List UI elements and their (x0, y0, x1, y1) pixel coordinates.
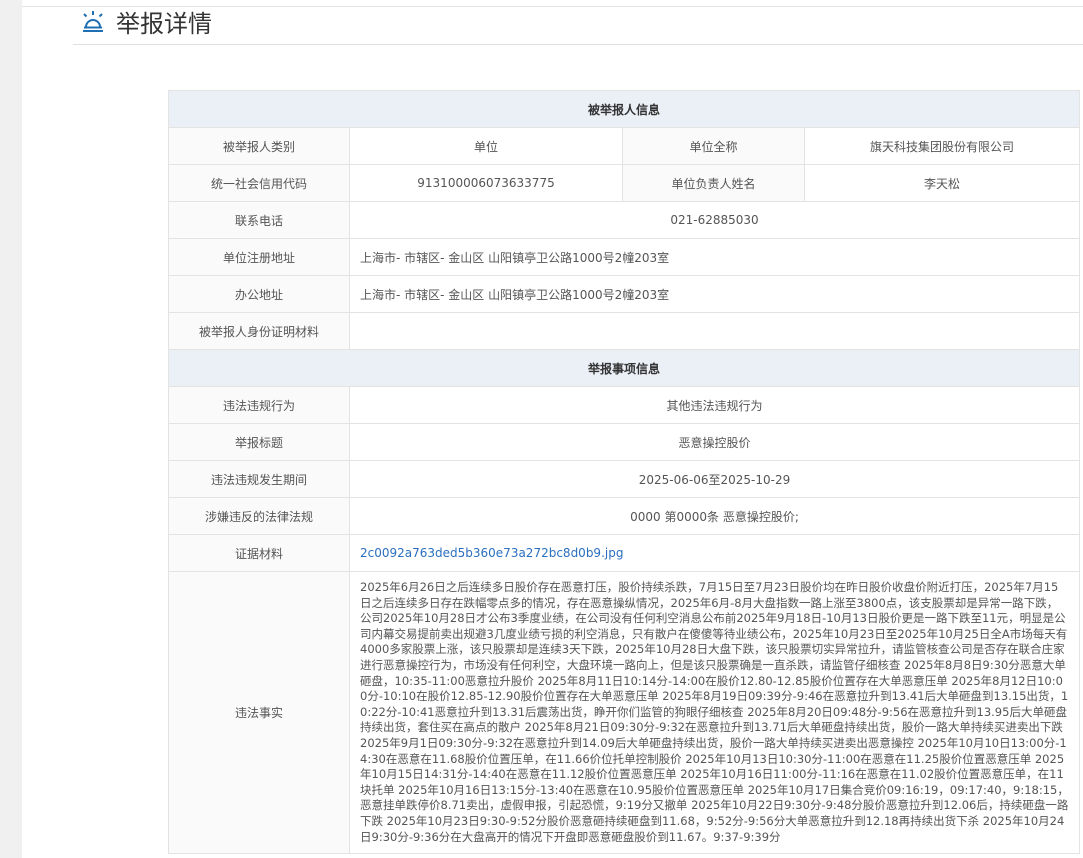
field-value (348, 312, 1081, 350)
field-label: 违法违规发生期间 (168, 460, 350, 498)
field-value: 021-62885030 (348, 201, 1081, 239)
field-label: 统一社会信用代码 (168, 164, 350, 202)
page-header: 举报详情 (80, 4, 212, 39)
field-value: 上海市- 市辖区- 金山区 山阳镇亭卫公路1000号2幢203室 (348, 275, 1081, 313)
field-value: 恶意操控股价 (348, 423, 1081, 461)
field-label: 违法违规行为 (168, 386, 350, 424)
field-label: 单位注册地址 (168, 238, 350, 276)
field-value: 旗天科技集团股份有限公司 (803, 127, 1081, 165)
section-header-reported: 被举报人信息 (167, 90, 1081, 128)
table-row: 单位注册地址 上海市- 市辖区- 金山区 山阳镇亭卫公路1000号2幢203室 (168, 238, 1081, 276)
facts-text: 2025年6月26日之后连续多日股价存在恶意打压，股价持续杀跌，7月15日至7月… (348, 570, 1081, 855)
table-row: 违法违规发生期间 2025-06-06至2025-10-29 (168, 460, 1081, 498)
field-label: 办公地址 (168, 275, 350, 313)
field-label: 联系电话 (168, 201, 350, 239)
field-value: 上海市- 市辖区- 金山区 山阳镇亭卫公路1000号2幢203室 (348, 238, 1081, 276)
table-row: 违法事实 2025年6月26日之后连续多日股价存在恶意打压，股价持续杀跌，7月1… (168, 570, 1081, 855)
table-row: 证据材料 2c0092a763ded5b360e73a272bc8d0b9.jp… (168, 534, 1081, 572)
table-row: 被举报人身份证明材料 (168, 312, 1081, 350)
section-title: 举报事项信息 (167, 349, 1081, 387)
table-row: 违法违规行为 其他违法违规行为 (168, 386, 1081, 424)
field-value: 2025-06-06至2025-10-29 (348, 460, 1081, 498)
field-value: 单位 (349, 127, 623, 165)
table-row: 办公地址 上海市- 市辖区- 金山区 山阳镇亭卫公路1000号2幢203室 (168, 275, 1081, 313)
field-label: 被举报人类别 (168, 127, 350, 165)
evidence-file-link[interactable]: 2c0092a763ded5b360e73a272bc8d0b9.jpg (360, 546, 623, 560)
report-detail-table: 被举报人信息 被举报人类别 单位 单位全称 旗天科技集团股份有限公司 统一社会信… (167, 90, 1081, 855)
section-title: 被举报人信息 (167, 90, 1081, 128)
field-label: 被举报人身份证明材料 (168, 312, 350, 350)
left-sidebar-strip (0, 0, 22, 858)
field-value: 其他违法违规行为 (348, 386, 1081, 424)
field-label: 证据材料 (168, 534, 350, 572)
field-value: 李天松 (803, 164, 1081, 202)
table-row: 涉嫌违反的法律法规 0000 第0000条 恶意操控股价; (168, 497, 1081, 535)
field-label: 单位负责人姓名 (622, 164, 805, 202)
header-divider (73, 44, 1083, 45)
alarm-bell-icon (80, 7, 106, 37)
field-label: 违法事实 (168, 570, 350, 855)
table-row: 联系电话 021-62885030 (168, 201, 1081, 239)
section-header-matter: 举报事项信息 (167, 349, 1081, 387)
field-label: 单位全称 (622, 127, 805, 165)
field-label: 举报标题 (168, 423, 350, 461)
field-label: 涉嫌违反的法律法规 (168, 497, 350, 535)
page-title: 举报详情 (116, 10, 212, 38)
table-row: 被举报人类别 单位 单位全称 旗天科技集团股份有限公司 (168, 127, 1081, 165)
table-row: 统一社会信用代码 913100006073633775 单位负责人姓名 李天松 (168, 164, 1081, 202)
field-value: 913100006073633775 (349, 164, 623, 202)
table-row: 举报标题 恶意操控股价 (168, 423, 1081, 461)
field-value: 0000 第0000条 恶意操控股价; (348, 497, 1081, 535)
